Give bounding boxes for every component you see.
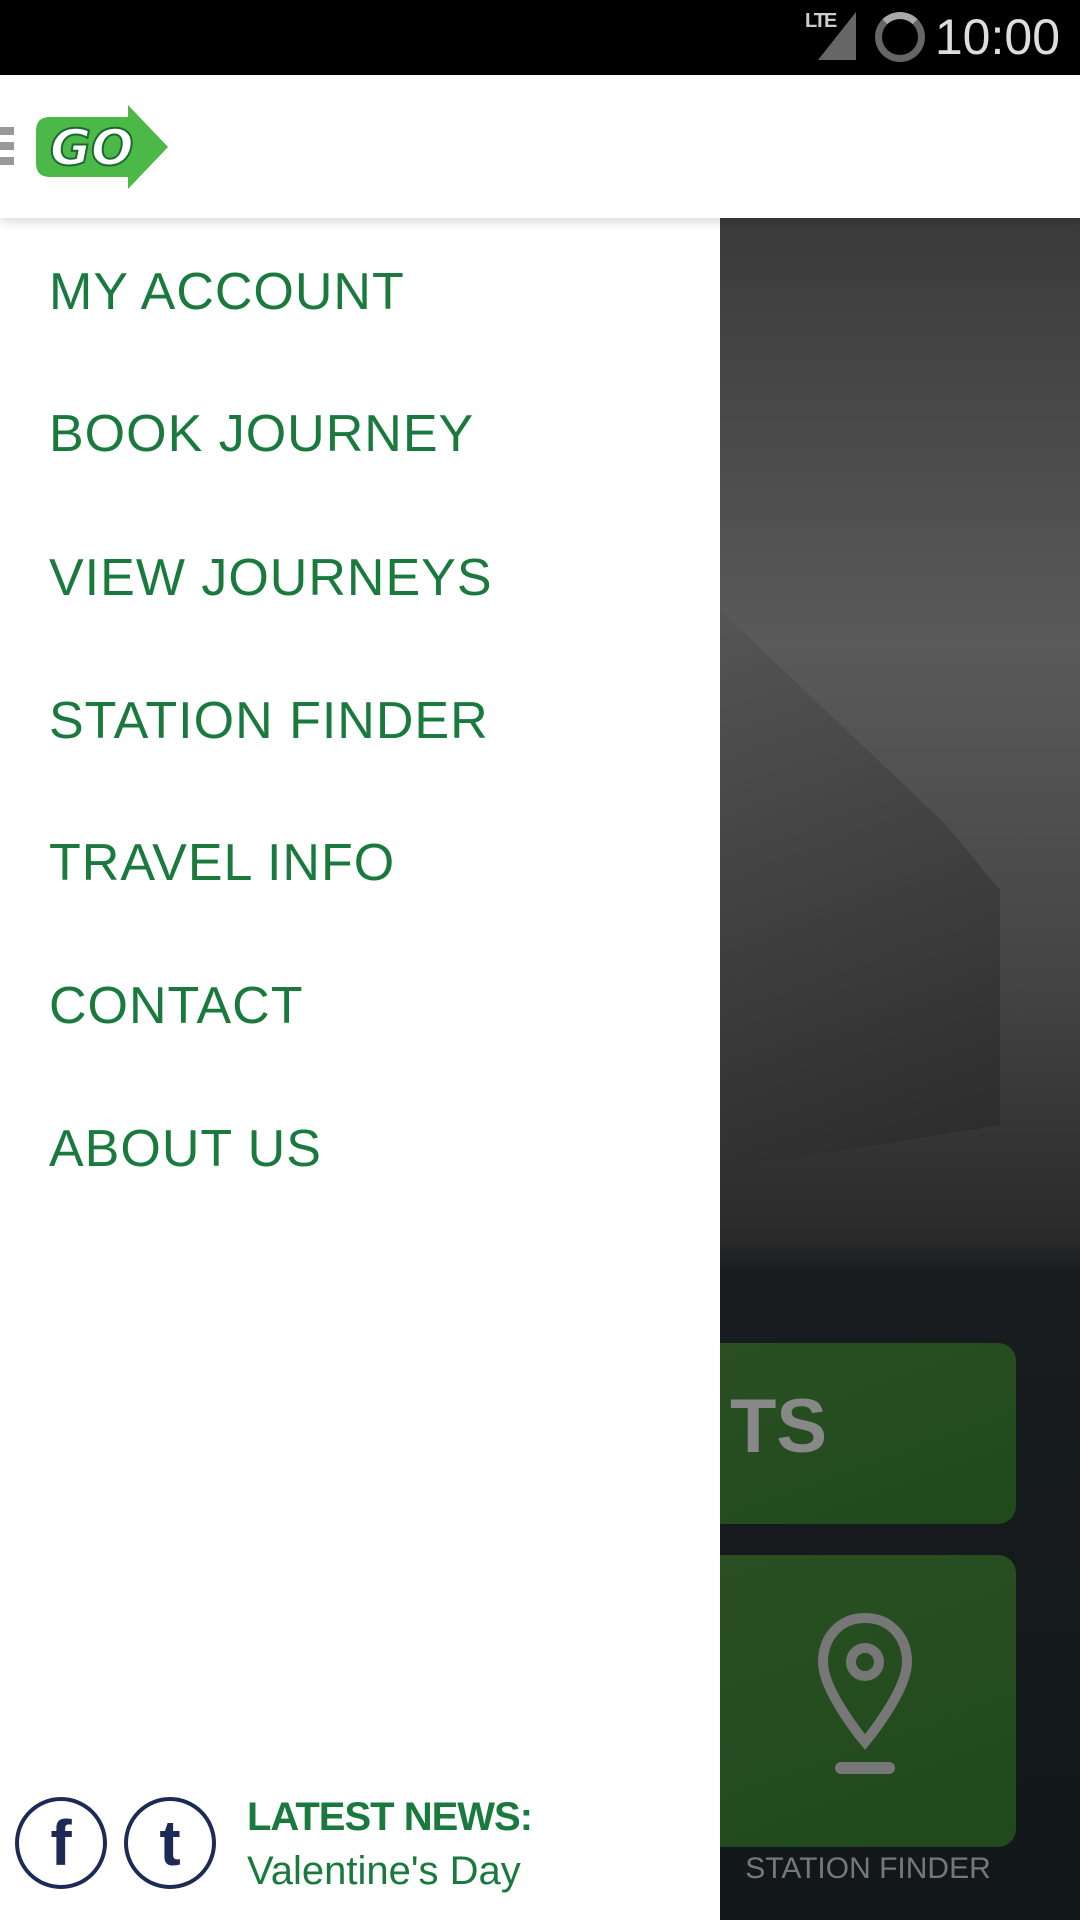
tile-tickets[interactable]: TS bbox=[720, 1343, 1016, 1524]
menu-station-finder[interactable]: STATION FINDER bbox=[49, 691, 489, 751]
location-pin-icon bbox=[817, 1612, 913, 1774]
latest-news-link[interactable]: Valentine's Day bbox=[247, 1849, 521, 1894]
menu-my-account[interactable]: MY ACCOUNT bbox=[49, 262, 405, 322]
tile-label: TS bbox=[730, 1384, 828, 1469]
hamburger-icon[interactable] bbox=[0, 127, 14, 172]
battery-icon bbox=[875, 12, 925, 62]
menu-view-journeys[interactable]: VIEW JOURNEYS bbox=[49, 548, 493, 608]
nav-drawer bbox=[0, 218, 720, 1920]
menu-contact[interactable]: CONTACT bbox=[49, 976, 303, 1036]
menu-book-journey[interactable]: BOOK JOURNEY bbox=[49, 404, 474, 464]
clock: 10:00 bbox=[934, 9, 1060, 65]
menu-about-us[interactable]: ABOUT US bbox=[49, 1119, 322, 1179]
twitter-icon[interactable]: t bbox=[124, 1797, 216, 1889]
facebook-icon[interactable]: f bbox=[15, 1797, 107, 1889]
svg-text:GO: GO bbox=[50, 119, 134, 177]
status-bar: LTE 10:00 bbox=[0, 0, 1080, 75]
latest-news-title: LATEST NEWS: bbox=[247, 1795, 533, 1839]
go-logo: GO bbox=[36, 105, 168, 189]
signal-icon bbox=[818, 12, 856, 60]
menu-travel-info[interactable]: TRAVEL INFO bbox=[49, 833, 395, 893]
app-header: GO bbox=[0, 75, 1080, 218]
station-finder-label: STATION FINDER bbox=[745, 1852, 991, 1885]
